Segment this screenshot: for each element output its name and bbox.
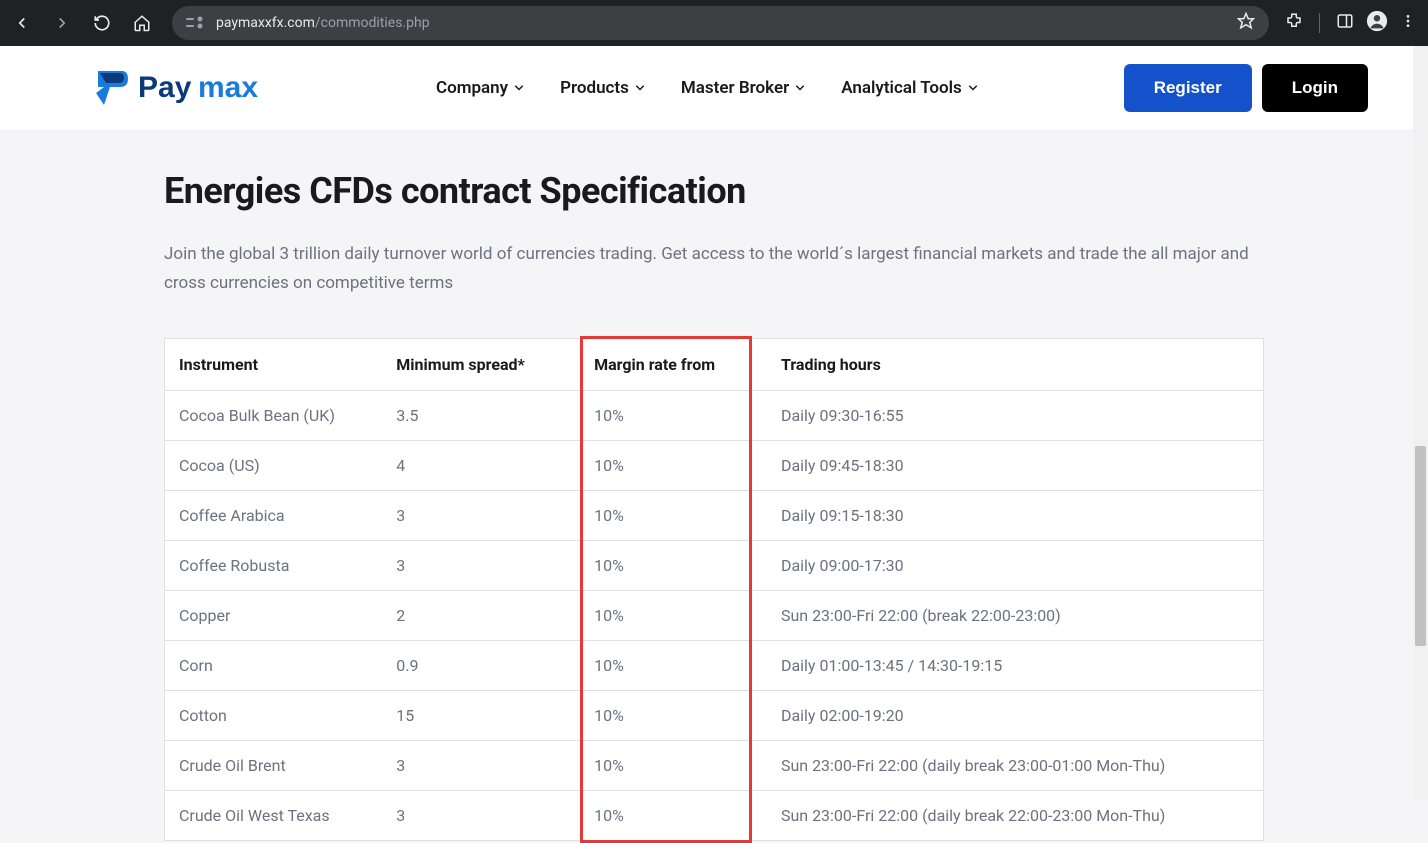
td-margin: 10%: [582, 590, 769, 640]
th-instrument: Instrument: [165, 338, 385, 390]
td-spread: 0.9: [384, 640, 582, 690]
reload-button[interactable]: [88, 9, 116, 37]
td-spread: 3: [384, 540, 582, 590]
content: Energies CFDs contract Specification Joi…: [114, 170, 1314, 841]
td-instrument: Crude Oil West Texas: [165, 790, 385, 840]
menu-icon[interactable]: [1400, 13, 1416, 33]
th-margin: Margin rate from: [582, 338, 769, 390]
chevron-down-icon: [635, 85, 645, 91]
site-navbar: Pay max Company Products Master Broker A…: [0, 46, 1428, 130]
back-button[interactable]: [8, 9, 36, 37]
td-instrument: Coffee Arabica: [165, 490, 385, 540]
svg-text:max: max: [198, 71, 258, 104]
page-title: Energies CFDs contract Specification: [164, 170, 1264, 212]
table-row: Crude Oil Brent310%Sun 23:00-Fri 22:00 (…: [165, 740, 1264, 790]
chevron-down-icon: [795, 85, 805, 91]
nav-controls: [8, 9, 156, 37]
td-margin: 10%: [582, 390, 769, 440]
td-spread: 3: [384, 790, 582, 840]
table-header-row: Instrument Minimum spread* Margin rate f…: [165, 338, 1264, 390]
table-row: Cocoa Bulk Bean (UK)3.510%Daily 09:30-16…: [165, 390, 1264, 440]
td-margin: 10%: [582, 440, 769, 490]
scrollbar-track[interactable]: [1413, 46, 1428, 800]
td-hours: Daily 01:00-13:45 / 14:30-19:15: [769, 640, 1264, 690]
nav-buttons: Register Login: [1124, 64, 1368, 112]
td-hours: Sun 23:00-Fri 22:00 (daily break 23:00-0…: [769, 740, 1264, 790]
table-row: Corn0.910%Daily 01:00-13:45 / 14:30-19:1…: [165, 640, 1264, 690]
url-bar[interactable]: paymaxxfx.com/commodities.php: [172, 6, 1269, 40]
td-spread: 3: [384, 490, 582, 540]
td-margin: 10%: [582, 490, 769, 540]
td-instrument: Corn: [165, 640, 385, 690]
content-wrap: Energies CFDs contract Specification Joi…: [0, 130, 1428, 841]
register-button[interactable]: Register: [1124, 64, 1252, 112]
table-row: Copper210%Sun 23:00-Fri 22:00 (break 22:…: [165, 590, 1264, 640]
td-spread: 3: [384, 740, 582, 790]
nav-item-label: Master Broker: [681, 78, 789, 98]
td-margin: 10%: [582, 740, 769, 790]
td-hours: Daily 09:15-18:30: [769, 490, 1264, 540]
nav-item-label: Company: [436, 78, 508, 98]
table-row: Coffee Arabica310%Daily 09:15-18:30: [165, 490, 1264, 540]
url-text: paymaxxfx.com/commodities.php: [216, 15, 1227, 31]
td-instrument: Cocoa (US): [165, 440, 385, 490]
extensions-icon[interactable]: [1285, 12, 1303, 34]
browser-right-controls: [1285, 10, 1420, 36]
td-spread: 4: [384, 440, 582, 490]
nav-analytical-tools[interactable]: Analytical Tools: [841, 78, 978, 98]
login-button[interactable]: Login: [1262, 64, 1368, 112]
logo[interactable]: Pay max: [90, 65, 290, 111]
scrollbar-thumb[interactable]: [1415, 446, 1426, 646]
nav-company[interactable]: Company: [436, 78, 524, 98]
td-margin: 10%: [582, 640, 769, 690]
bookmark-icon[interactable]: [1237, 12, 1255, 34]
page-desc: Join the global 3 trillion daily turnove…: [164, 240, 1264, 298]
nav-products[interactable]: Products: [560, 78, 645, 98]
td-instrument: Crude Oil Brent: [165, 740, 385, 790]
th-spread: Minimum spread*: [384, 338, 582, 390]
forward-button[interactable]: [48, 9, 76, 37]
divider: [1319, 13, 1320, 33]
td-spread: 15: [384, 690, 582, 740]
spec-table: Instrument Minimum spread* Margin rate f…: [164, 338, 1264, 841]
td-spread: 3.5: [384, 390, 582, 440]
page: Pay max Company Products Master Broker A…: [0, 46, 1428, 841]
nav-master-broker[interactable]: Master Broker: [681, 78, 805, 98]
table-wrap: Instrument Minimum spread* Margin rate f…: [164, 338, 1264, 841]
td-instrument: Coffee Robusta: [165, 540, 385, 590]
td-hours: Daily 09:00-17:30: [769, 540, 1264, 590]
td-instrument: Cocoa Bulk Bean (UK): [165, 390, 385, 440]
nav-menu: Company Products Master Broker Analytica…: [436, 78, 978, 98]
table-row: Cocoa (US)410%Daily 09:45-18:30: [165, 440, 1264, 490]
td-hours: Sun 23:00-Fri 22:00 (break 22:00-23:00): [769, 590, 1264, 640]
chevron-down-icon: [968, 85, 978, 91]
site-settings-icon[interactable]: [186, 15, 206, 31]
td-hours: Daily 09:45-18:30: [769, 440, 1264, 490]
td-spread: 2: [384, 590, 582, 640]
td-margin: 10%: [582, 790, 769, 840]
td-hours: Daily 02:00-19:20: [769, 690, 1264, 740]
table-row: Crude Oil West Texas310%Sun 23:00-Fri 22…: [165, 790, 1264, 840]
chevron-down-icon: [514, 85, 524, 91]
side-panel-icon[interactable]: [1336, 12, 1354, 34]
nav-item-label: Analytical Tools: [841, 78, 962, 98]
td-instrument: Cotton: [165, 690, 385, 740]
td-hours: Sun 23:00-Fri 22:00 (daily break 22:00-2…: [769, 790, 1264, 840]
th-hours: Trading hours: [769, 338, 1264, 390]
td-margin: 10%: [582, 690, 769, 740]
nav-item-label: Products: [560, 78, 629, 98]
table-row: Cotton1510%Daily 02:00-19:20: [165, 690, 1264, 740]
td-margin: 10%: [582, 540, 769, 590]
td-instrument: Copper: [165, 590, 385, 640]
home-button[interactable]: [128, 9, 156, 37]
td-hours: Daily 09:30-16:55: [769, 390, 1264, 440]
svg-text:Pay: Pay: [138, 71, 192, 104]
profile-icon[interactable]: [1366, 10, 1388, 36]
table-row: Coffee Robusta310%Daily 09:00-17:30: [165, 540, 1264, 590]
browser-toolbar: paymaxxfx.com/commodities.php: [0, 0, 1428, 46]
